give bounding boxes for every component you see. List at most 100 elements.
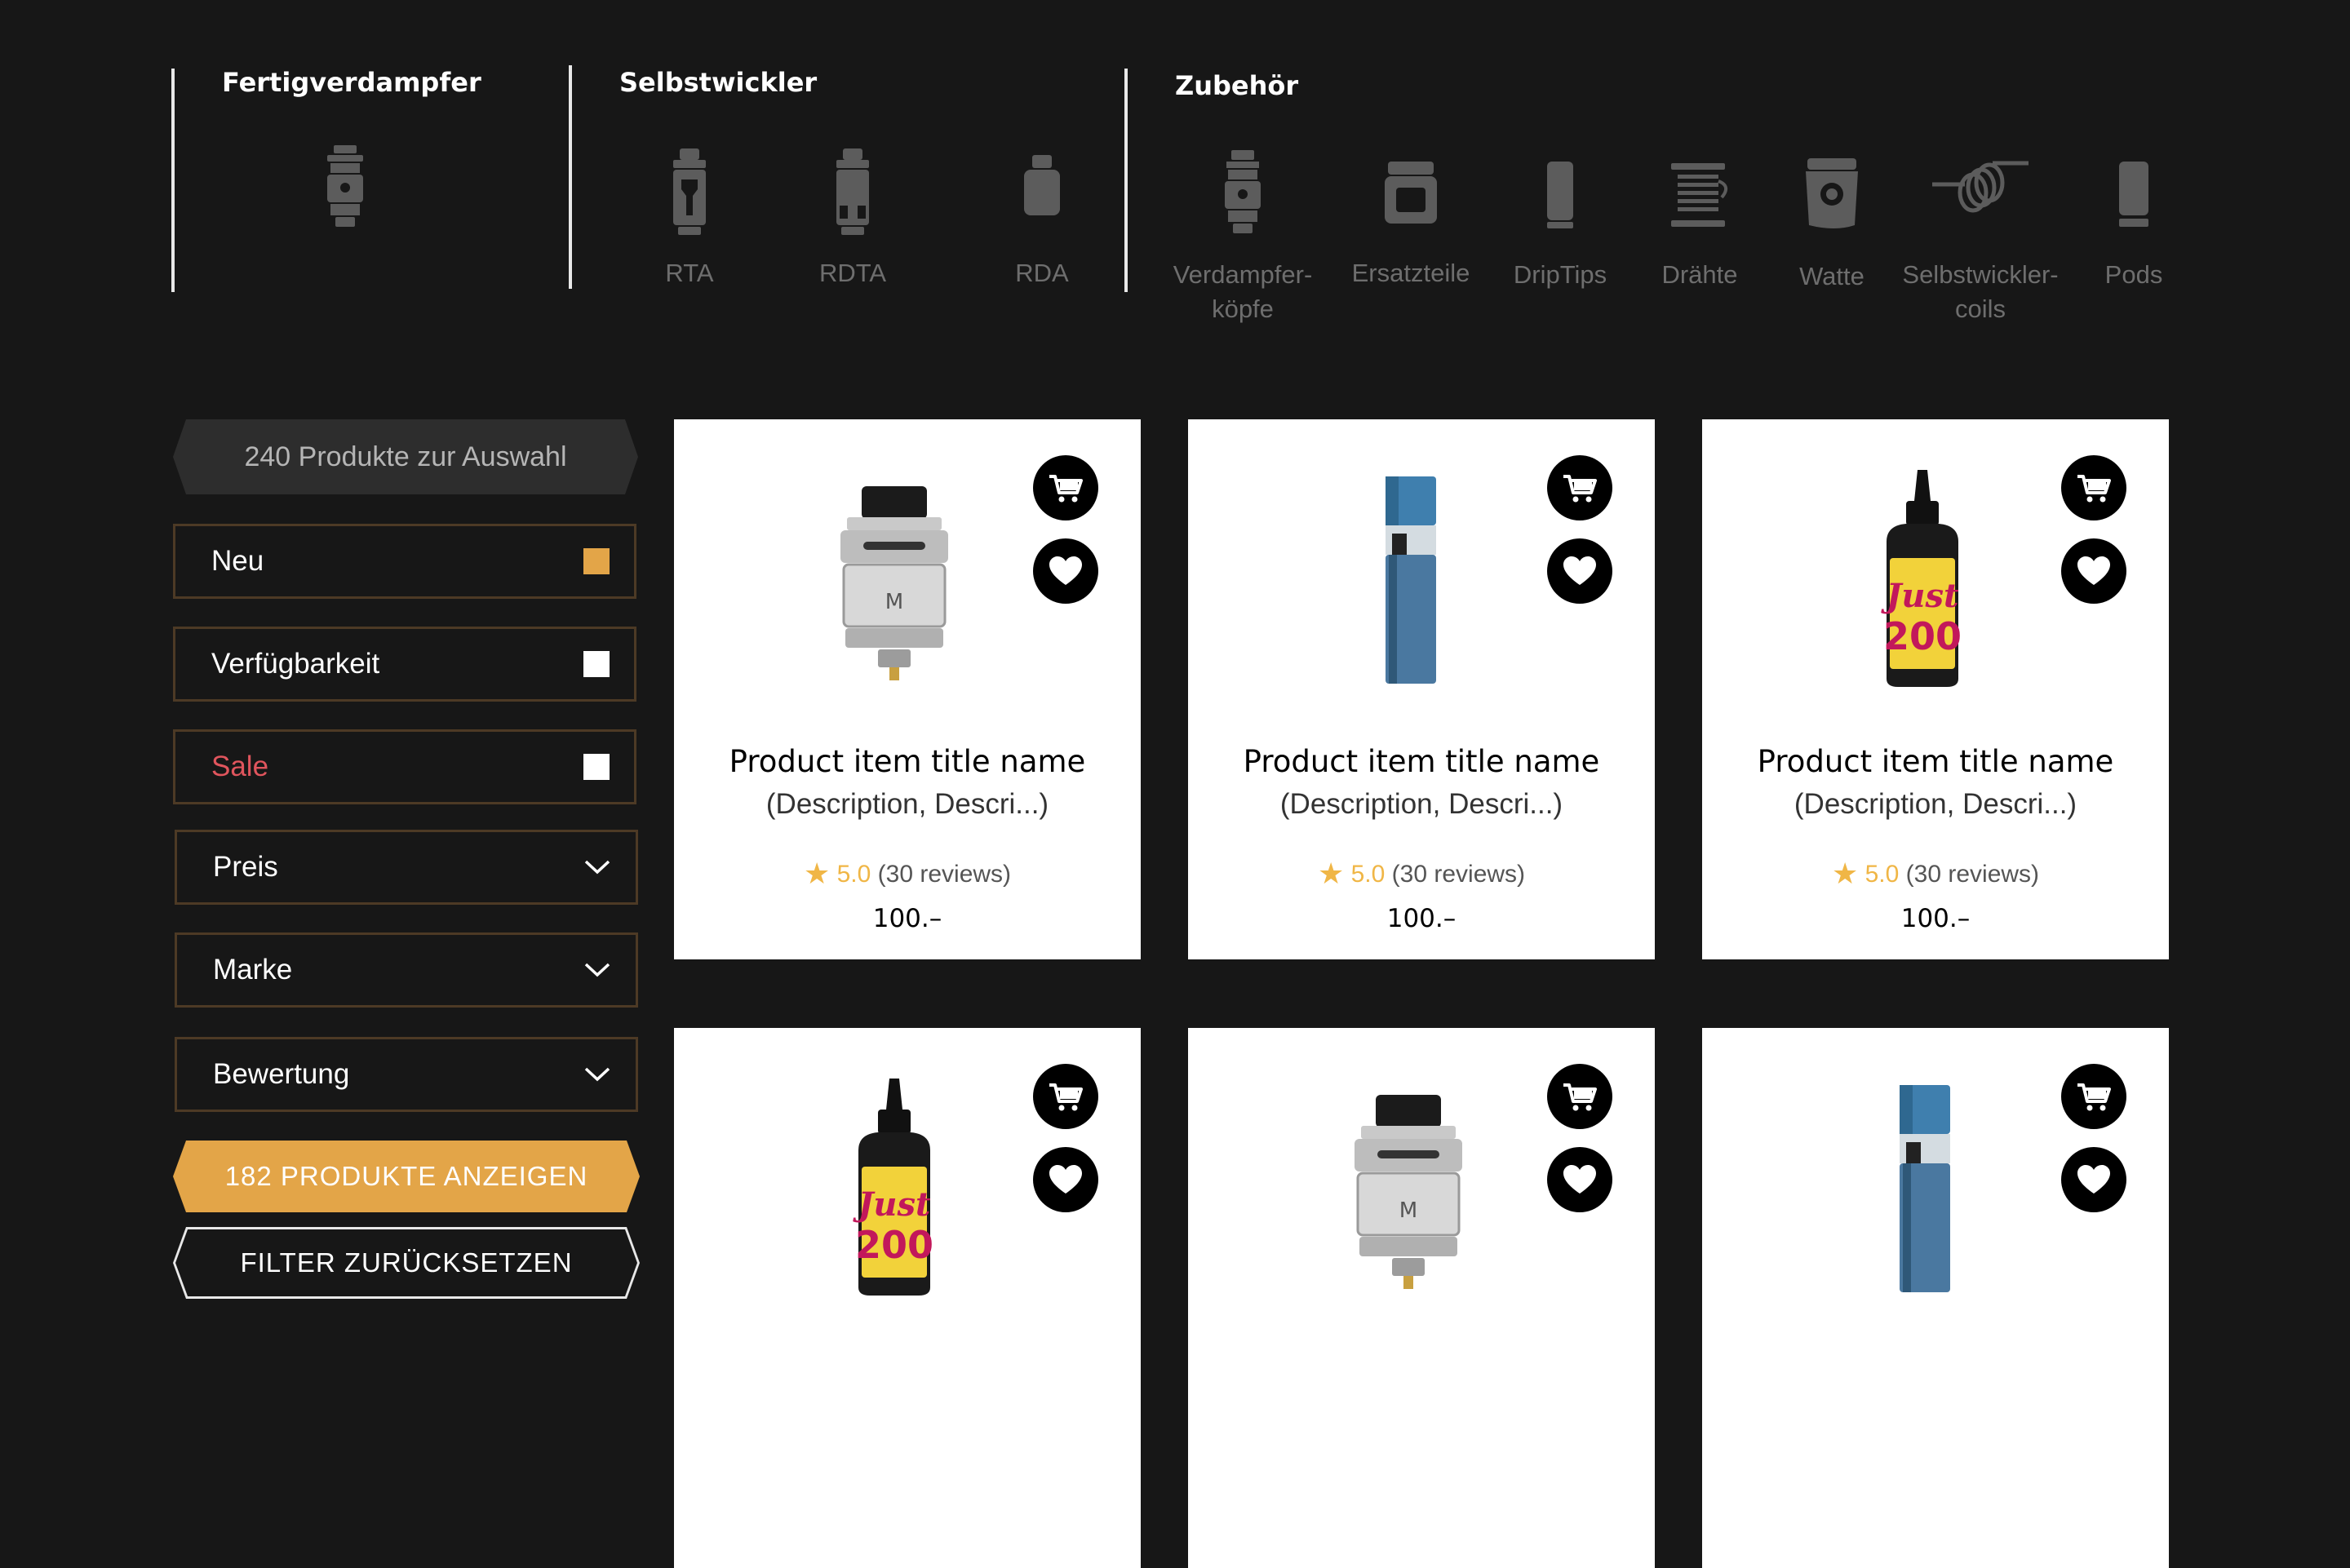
category-rdta[interactable]: RDTA: [767, 147, 938, 290]
category-label: RTA: [665, 259, 714, 287]
filter-label: Verfügbarkeit: [211, 648, 380, 680]
coils-icon: [1932, 161, 2029, 213]
category-label: Pods: [2104, 260, 2163, 289]
rta-tank-icon: [673, 148, 706, 235]
product-rating: ★ 5.0 (30 reviews): [674, 857, 1141, 891]
category-watte[interactable]: Watte: [1746, 150, 1918, 294]
product-card[interactable]: [1702, 1028, 2169, 1568]
filter-marke[interactable]: Marke: [175, 932, 638, 1008]
cart-icon: [1563, 475, 1597, 503]
nav-divider: [569, 65, 572, 289]
wishlist-button[interactable]: [1033, 1147, 1098, 1212]
product-image: [1386, 476, 1436, 684]
add-to-cart-button[interactable]: [2061, 455, 2126, 520]
reset-filter-button[interactable]: FILTER ZURÜCKSETZEN: [173, 1227, 640, 1299]
product-price: 100.–: [1900, 904, 1971, 933]
product-title[interactable]: Product item title name: [1702, 744, 2169, 779]
svg-text:M: M: [1399, 1198, 1417, 1223]
filter-neu[interactable]: Neu: [173, 524, 636, 599]
filter-checkbox[interactable]: [583, 548, 610, 574]
rating-score: 5.0: [836, 861, 871, 888]
heart-icon: [2077, 1165, 2110, 1194]
pod-icon: [2119, 162, 2148, 227]
filter-bewertung[interactable]: Bewertung: [175, 1037, 638, 1112]
nav-group-title[interactable]: Fertigverdampfer: [222, 67, 481, 98]
category-selbstwickler-coils[interactable]: Selbstwickler-coils: [1895, 148, 2066, 326]
product-card[interactable]: Just 200: [674, 1028, 1141, 1568]
rating-score: 5.0: [1350, 861, 1386, 888]
chevron-down-icon: [584, 963, 610, 977]
wishlist-button[interactable]: [1547, 1147, 1612, 1212]
coil-head-icon: [1225, 150, 1261, 233]
category-rta[interactable]: RTA: [604, 147, 775, 290]
product-image: Just200: [852, 1079, 933, 1296]
chevron-down-icon: [584, 1067, 610, 1082]
category-rda[interactable]: RDA: [956, 147, 1128, 290]
category-ersatzteile[interactable]: Ersatzteile: [1325, 147, 1496, 290]
product-image: Just200: [1880, 470, 1962, 687]
add-to-cart-button[interactable]: [2061, 1064, 2126, 1129]
review-count: (30 reviews): [1391, 861, 1526, 888]
category-label: Watte: [1799, 262, 1864, 290]
category-label: Ersatzteile: [1351, 259, 1470, 287]
add-to-cart-button[interactable]: [1547, 1064, 1612, 1129]
filter-sale[interactable]: Sale: [173, 729, 636, 804]
nav-group-title[interactable]: Zubehör: [1175, 70, 1298, 101]
filter-checkbox[interactable]: [583, 651, 610, 677]
show-products-button[interactable]: 182 PRODUKTE ANZEIGEN: [173, 1141, 640, 1212]
product-card[interactable]: M Product item title name (Description, De…: [674, 419, 1141, 959]
heart-icon: [1049, 556, 1082, 585]
wishlist-button[interactable]: [1033, 538, 1098, 604]
product-image: M: [840, 486, 948, 680]
category-label: RDA: [1015, 259, 1069, 287]
product-price: 100.–: [872, 904, 942, 933]
chevron-down-icon: [584, 860, 610, 875]
star-icon: ★: [1831, 857, 1859, 890]
category-verdampferkoepfe[interactable]: Verdampfer-köpfe: [1157, 148, 1328, 326]
heart-icon: [1049, 1165, 1082, 1194]
nav-divider: [171, 69, 175, 292]
cart-icon: [1049, 475, 1083, 503]
svg-text:Just: Just: [1880, 577, 1959, 615]
add-to-cart-button[interactable]: [1033, 1064, 1098, 1129]
filter-label: Marke: [213, 954, 293, 986]
svg-text:200: 200: [855, 1223, 933, 1267]
rda-dripper-icon: [1024, 155, 1060, 215]
product-image: M: [1355, 1095, 1462, 1289]
product-rating: ★ 5.0 (30 reviews): [1188, 857, 1655, 891]
category-label: Selbstwickler-coils: [1902, 260, 2059, 323]
product-title[interactable]: Product item title name: [674, 744, 1141, 779]
rating-score: 5.0: [1864, 861, 1900, 888]
glass-tank-icon: [1385, 162, 1437, 224]
product-title[interactable]: Product item title name: [1188, 744, 1655, 779]
product-card[interactable]: Product item title name (Description, Des…: [1188, 419, 1655, 959]
category-pods[interactable]: Pods: [2048, 148, 2219, 292]
add-to-cart-button[interactable]: [1033, 455, 1098, 520]
wishlist-button[interactable]: [2061, 1147, 2126, 1212]
cart-icon: [2077, 475, 2111, 503]
filter-verfuegbarkeit[interactable]: Verfügbarkeit: [173, 627, 636, 702]
wishlist-button[interactable]: [1547, 538, 1612, 604]
nav-group-title[interactable]: Selbstwickler: [619, 67, 817, 98]
svg-text:Just: Just: [852, 1185, 931, 1224]
product-count: 240 Produkte zur Auswahl: [173, 419, 638, 494]
review-count: (30 reviews): [1905, 861, 2040, 888]
filter-label: Neu: [211, 545, 264, 577]
heart-icon: [1563, 556, 1596, 585]
category-fertigverdampfer[interactable]: [259, 145, 431, 255]
product-card[interactable]: Just 200 Product item title name (Descripti…: [1702, 419, 2169, 959]
wishlist-button[interactable]: [2061, 538, 2126, 604]
filter-preis[interactable]: Preis: [175, 830, 638, 905]
drip-tip-icon: [1547, 162, 1573, 228]
add-to-cart-button[interactable]: [1547, 455, 1612, 520]
svg-text:M: M: [885, 590, 903, 614]
filter-label: Preis: [213, 851, 278, 883]
filter-checkbox[interactable]: [583, 754, 610, 780]
svg-text:200: 200: [1883, 614, 1962, 658]
star-icon: ★: [1317, 857, 1345, 890]
product-card[interactable]: M: [1188, 1028, 1655, 1568]
wire-spool-icon: [1671, 163, 1728, 227]
atomizer-icon: [327, 145, 363, 227]
product-description: (Description, Descri...): [765, 788, 1049, 820]
cart-icon: [1049, 1083, 1083, 1111]
